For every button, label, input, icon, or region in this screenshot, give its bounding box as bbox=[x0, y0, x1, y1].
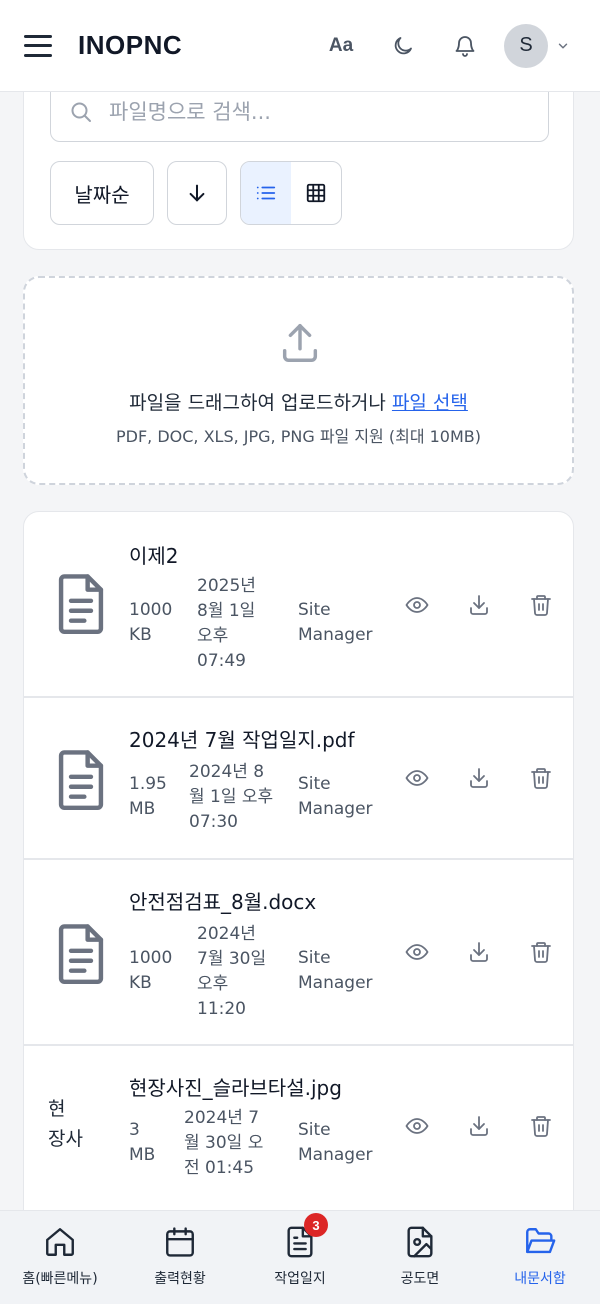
bottom-nav: 홈(빠른메뉴) 출력현황 3 작업일지 공도면 내문서함 bbox=[0, 1210, 600, 1304]
menu-icon[interactable] bbox=[24, 34, 52, 57]
nav-item-worklog[interactable]: 3 작업일지 bbox=[240, 1211, 360, 1304]
file-list: 이제2 1000 KB 2025년 8월 1일 오후 07:49 Site Manager… bbox=[23, 511, 574, 1231]
file-date: 2025년 8월 1일 오후 07:49 bbox=[197, 576, 256, 671]
file-size: 1.95 MB bbox=[129, 774, 167, 819]
grid-view-button[interactable] bbox=[291, 162, 341, 224]
file-row[interactable]: 이제2 1000 KB 2025년 8월 1일 오후 07:49 Site Manager bbox=[24, 512, 573, 698]
nav-label: 홈(빠른메뉴) bbox=[22, 1271, 98, 1287]
font-size-button[interactable]: Aa bbox=[310, 24, 372, 68]
upload-dropzone[interactable]: 파일을 드래그하여 업로드하거나 파일 선택 PDF, DOC, XLS, JP… bbox=[23, 276, 574, 485]
file-select-link[interactable]: 파일 선택 bbox=[392, 392, 468, 414]
file-name[interactable]: 안전점검표_8월.docx bbox=[129, 886, 316, 915]
delete-button[interactable] bbox=[510, 1114, 572, 1138]
file-size: 1000 KB bbox=[129, 600, 173, 645]
arrow-down-icon bbox=[189, 184, 205, 202]
download-button[interactable] bbox=[448, 766, 510, 790]
trash-icon bbox=[531, 595, 551, 616]
file-uploader: Site Manager bbox=[298, 774, 373, 819]
grid-icon bbox=[306, 183, 326, 203]
delete-button[interactable] bbox=[510, 766, 572, 790]
view-button[interactable] bbox=[386, 766, 448, 790]
file-uploader: Site Manager bbox=[298, 1120, 373, 1165]
file-text-icon bbox=[58, 924, 104, 984]
broken-image-line: 현 bbox=[48, 1098, 66, 1120]
nav-label: 출력현황 bbox=[154, 1271, 206, 1287]
file-image-icon bbox=[407, 1226, 433, 1258]
file-row[interactable]: 2024년 7월 작업일지.pdf 1.95 MB 2024년 8월 1일 오후 0… bbox=[24, 698, 573, 860]
eye-icon bbox=[405, 770, 429, 786]
trash-icon bbox=[531, 942, 551, 963]
eye-icon bbox=[405, 1118, 429, 1134]
trash-icon bbox=[531, 768, 551, 789]
sort-button[interactable]: 날짜순 bbox=[50, 161, 154, 225]
nav-item-my-documents[interactable]: 내문서함 bbox=[480, 1211, 600, 1304]
broken-image-thumbnail: 현 장사 bbox=[48, 1094, 83, 1154]
file-date: 2024년 7월 30일 오후 11:20 bbox=[197, 924, 267, 1019]
search-input[interactable] bbox=[109, 99, 529, 124]
file-size: 1000 KB bbox=[129, 948, 173, 993]
nav-label: 내문서함 bbox=[514, 1271, 566, 1287]
view-button[interactable] bbox=[386, 940, 448, 964]
calendar-icon bbox=[166, 1227, 194, 1257]
file-row[interactable]: 현 장사 현장사진_슬라브타설.jpg 3 MB 2024년 7월 30일 오전 … bbox=[24, 1046, 573, 1216]
nav-label: 공도면 bbox=[400, 1271, 440, 1287]
moon-icon bbox=[394, 36, 412, 54]
file-name[interactable]: 2024년 7월 작업일지.pdf bbox=[129, 724, 355, 753]
download-icon bbox=[470, 595, 488, 615]
nav-item-home[interactable]: 홈(빠른메뉴) bbox=[0, 1211, 120, 1304]
download-button[interactable] bbox=[448, 940, 510, 964]
file-date: 2024년 7월 30일 오전 01:45 bbox=[184, 1108, 264, 1178]
download-icon bbox=[470, 942, 488, 962]
file-text-icon bbox=[58, 750, 104, 810]
file-uploader: Site Manager bbox=[298, 600, 373, 645]
eye-icon bbox=[405, 597, 429, 613]
download-button[interactable] bbox=[448, 1114, 510, 1138]
app-header: INOPNC Aa S bbox=[0, 0, 600, 92]
upload-prompt: 파일을 드래그하여 업로드하거나 파일 선택 bbox=[25, 388, 572, 415]
download-icon bbox=[470, 768, 488, 788]
download-icon bbox=[470, 1116, 488, 1136]
header-actions: Aa S bbox=[310, 23, 576, 68]
file-actions bbox=[386, 766, 572, 790]
eye-icon bbox=[405, 944, 429, 960]
sort-direction-button[interactable] bbox=[167, 161, 227, 225]
brand-logo[interactable]: INOPNC bbox=[78, 30, 182, 61]
avatar[interactable]: S bbox=[504, 23, 548, 68]
upload-hint: PDF, DOC, XLS, JPG, PNG 파일 지원 (최대 10MB) bbox=[115, 427, 482, 446]
view-toggle bbox=[240, 161, 342, 225]
home-icon bbox=[46, 1228, 74, 1256]
delete-button[interactable] bbox=[510, 593, 572, 617]
font-size-icon: Aa bbox=[328, 34, 354, 56]
file-size: 3 MB bbox=[129, 1120, 156, 1165]
file-actions bbox=[386, 940, 572, 964]
dark-mode-button[interactable] bbox=[372, 24, 434, 68]
search-icon bbox=[71, 102, 91, 122]
trash-icon bbox=[531, 1116, 551, 1137]
file-actions bbox=[386, 1114, 572, 1138]
file-row[interactable]: 안전점검표_8월.docx 1000 KB 2024년 7월 30일 오후 11:20 … bbox=[24, 860, 573, 1046]
file-actions bbox=[386, 593, 572, 617]
bell-icon bbox=[455, 35, 475, 57]
delete-button[interactable] bbox=[510, 940, 572, 964]
nav-label: 작업일지 bbox=[274, 1271, 326, 1287]
download-button[interactable] bbox=[448, 593, 510, 617]
view-button[interactable] bbox=[386, 1114, 448, 1138]
nav-item-attendance[interactable]: 출력현황 bbox=[120, 1211, 240, 1304]
file-name[interactable]: 이제2 bbox=[129, 540, 179, 569]
upload-icon bbox=[282, 324, 318, 362]
folder-open-icon bbox=[526, 1228, 556, 1254]
list-icon bbox=[256, 186, 276, 200]
broken-image-line: 장사 bbox=[48, 1128, 83, 1150]
upload-prompt-text: 파일을 드래그하여 업로드하거나 bbox=[129, 392, 392, 414]
file-date: 2024년 8월 1일 오후 07:30 bbox=[189, 762, 274, 832]
notification-button[interactable] bbox=[434, 24, 496, 68]
chevron-down-icon[interactable] bbox=[556, 39, 576, 53]
file-name[interactable]: 현장사진_슬라브타설.jpg bbox=[129, 1072, 342, 1101]
file-uploader: Site Manager bbox=[298, 948, 373, 993]
notification-badge: 3 bbox=[304, 1213, 328, 1237]
view-button[interactable] bbox=[386, 593, 448, 617]
file-text-icon bbox=[58, 574, 104, 634]
nav-item-drawings[interactable]: 공도면 bbox=[360, 1211, 480, 1304]
list-view-button[interactable] bbox=[241, 162, 291, 224]
